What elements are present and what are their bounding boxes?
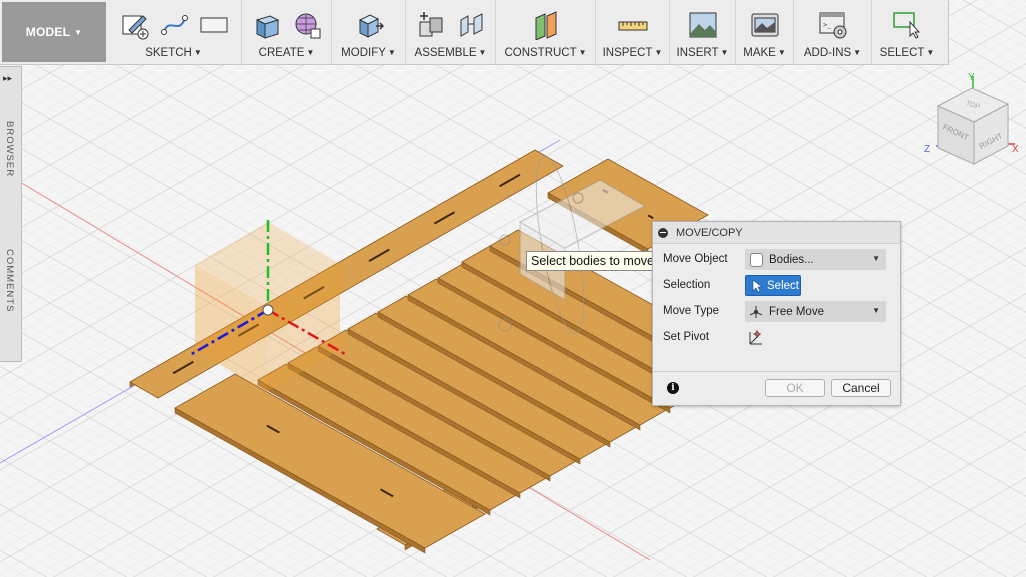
move-type-dropdown[interactable]: Free Move ▼ — [745, 301, 886, 322]
move-copy-dialog: MOVE/COPY Move Object Bodies... ▼ Select… — [652, 221, 901, 406]
cursor-arrow-icon — [752, 278, 763, 292]
chevron-down-icon: ▼ — [306, 48, 315, 57]
toolbar-group-modify[interactable]: MODIFY ▼ — [332, 0, 406, 64]
comments-tab[interactable]: COMMENTS — [4, 249, 15, 312]
insert-image-icon[interactable] — [687, 10, 719, 40]
set-pivot-label: Set Pivot — [663, 331, 710, 343]
toolbar-group-inspect[interactable]: INSPECT ▼ — [596, 0, 670, 64]
chevron-down-icon: ▼ — [777, 48, 786, 57]
move-object-value: Bodies... — [769, 253, 814, 266]
chevron-down-icon: ▼ — [926, 48, 935, 57]
spline-icon[interactable] — [158, 10, 190, 40]
side-panel: ▸▸ BROWSER COMMENTS — [0, 66, 22, 362]
toolbar-group-label: MODIFY — [341, 47, 386, 59]
toolbar-group-sketch[interactable]: SKETCH ▼ — [106, 0, 242, 64]
cancel-button[interactable]: Cancel — [831, 379, 891, 397]
move-object-label: Move Object — [663, 253, 728, 265]
select-button-label: Select — [767, 279, 799, 292]
toolbar-group-label: CREATE — [258, 47, 305, 59]
chevron-down-icon: ▼ — [654, 48, 663, 57]
toolbar-group-select[interactable]: SELECT ▼ — [872, 0, 942, 64]
toolbar-group-label: INSPECT — [602, 47, 653, 59]
workspace-switcher-button[interactable]: MODEL ▼ — [2, 2, 106, 62]
axis-y-label: Y — [968, 72, 975, 83]
toolbar-group-label: INSERT — [676, 47, 719, 59]
toolbar-group-label: ASSEMBLE — [414, 47, 477, 59]
form-icon[interactable] — [291, 10, 323, 40]
box-icon[interactable] — [251, 10, 283, 40]
toolbar-group-label: MAKE — [743, 47, 776, 59]
collapse-icon[interactable] — [658, 227, 668, 238]
chevron-down-icon: ▼ — [872, 306, 880, 315]
create-sketch-icon[interactable] — [118, 10, 150, 40]
move-type-value: Free Move — [769, 305, 824, 318]
move-object-row: Move Object Bodies... ▼ — [653, 249, 900, 271]
chevron-down-icon: ▼ — [872, 254, 880, 263]
main-toolbar: MODEL ▼ SKETCH ▼ CREATE ▼ MODIFY ▼ ASSEM… — [0, 0, 949, 65]
toolbar-group-assemble[interactable]: ASSEMBLE ▼ — [406, 0, 496, 64]
move-type-row: Move Type Free Move ▼ — [653, 301, 900, 323]
chevron-down-icon: ▼ — [193, 48, 202, 57]
chevron-down-icon: ▼ — [74, 27, 83, 37]
tooltip: Select bodies to move — [526, 251, 659, 271]
toolbar-group-label: CONSTRUCT — [504, 47, 577, 59]
selection-label: Selection — [663, 279, 711, 291]
chevron-down-icon: ▼ — [578, 48, 587, 57]
view-cube[interactable]: TOP FRONT RIGHT Y Z X — [918, 64, 1026, 174]
dialog-footer: i OK Cancel — [653, 371, 900, 405]
new-component-icon[interactable] — [415, 10, 447, 40]
ok-button[interactable]: OK — [765, 379, 825, 397]
press-pull-icon[interactable] — [353, 10, 385, 40]
chevron-down-icon: ▼ — [853, 48, 862, 57]
dialog-title: MOVE/COPY — [676, 226, 743, 239]
expand-panel-icon[interactable]: ▸▸ — [3, 73, 12, 84]
joint-icon[interactable] — [455, 10, 487, 40]
toolbar-group-label: SKETCH — [145, 47, 192, 59]
toolbar-group-make[interactable]: MAKE ▼ — [736, 0, 794, 64]
toolbar-group-add-ins[interactable]: >_ ADD-INS ▼ — [794, 0, 872, 64]
offset-plane-icon[interactable] — [530, 10, 562, 40]
toolbar-group-construct[interactable]: CONSTRUCT ▼ — [496, 0, 596, 64]
free-move-icon — [749, 305, 763, 318]
chevron-down-icon: ▼ — [478, 48, 487, 57]
toolbar-group-insert[interactable]: INSERT ▼ — [670, 0, 736, 64]
axis-z-label: Z — [924, 144, 930, 155]
3d-print-icon[interactable] — [749, 10, 781, 40]
info-icon[interactable]: i — [667, 382, 679, 394]
select-window-icon[interactable] — [891, 10, 923, 40]
selection-row: Selection Select — [653, 275, 900, 297]
workspace-label: MODEL — [25, 25, 71, 39]
move-object-dropdown[interactable]: Bodies... ▼ — [745, 249, 886, 270]
toolbar-group-label: ADD-INS — [803, 47, 852, 59]
rectangle-icon[interactable] — [198, 10, 230, 40]
dialog-header[interactable]: MOVE/COPY — [653, 222, 900, 244]
chevron-down-icon: ▼ — [387, 48, 396, 57]
move-type-label: Move Type — [663, 305, 720, 317]
set-pivot-row: Set Pivot — [653, 327, 900, 349]
scripts-icon[interactable]: >_ — [817, 10, 849, 40]
measure-icon[interactable] — [617, 10, 649, 40]
bodies-icon — [750, 252, 763, 267]
set-pivot-icon[interactable] — [747, 328, 765, 346]
toolbar-group-label: SELECT — [879, 47, 925, 59]
axis-x-label: X — [1012, 144, 1019, 155]
selection-select-button[interactable]: Select — [745, 275, 801, 296]
chevron-down-icon: ▼ — [720, 48, 729, 57]
toolbar-group-create[interactable]: CREATE ▼ — [242, 0, 332, 64]
browser-tab[interactable]: BROWSER — [4, 121, 15, 177]
svg-text:>_: >_ — [823, 21, 832, 29]
